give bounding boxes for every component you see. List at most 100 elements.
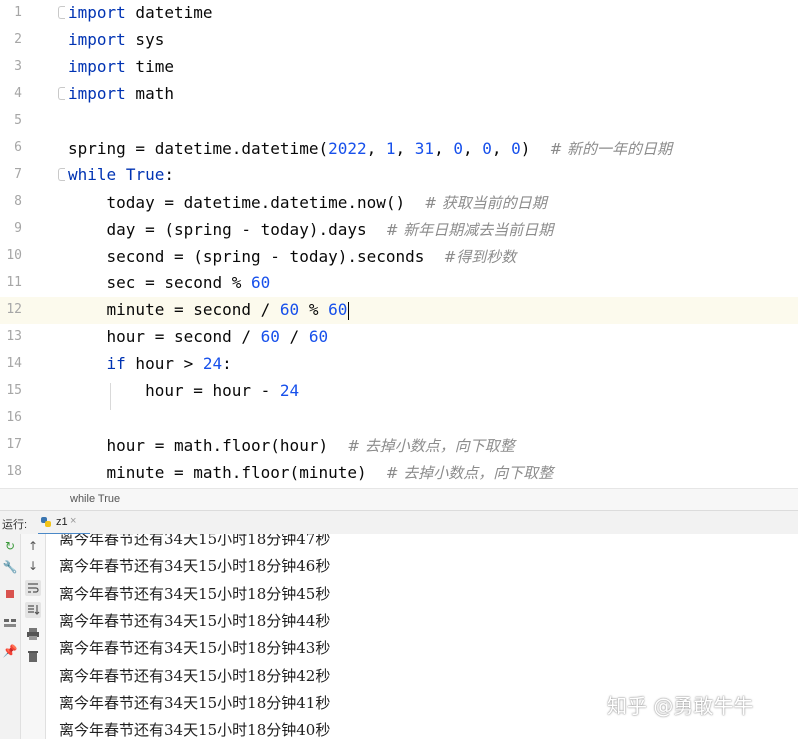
scroll-end-icon[interactable] <box>25 602 41 618</box>
code-token: if <box>106 354 126 373</box>
line-number: 18 <box>6 464 22 479</box>
console-line: 离今年春节还有34天15小时18分钟45秒 <box>59 584 331 603</box>
code-token: today = datetime.datetime.now() <box>68 193 425 212</box>
code-text: while True: <box>68 165 174 184</box>
arrow-down-icon[interactable]: ↓ <box>25 558 41 574</box>
code-editor[interactable]: 1 import datetime 2 import sys 3 import time 4… <box>0 0 798 488</box>
wrench-icon[interactable]: 🔧 <box>2 559 18 575</box>
run-tab-z1[interactable]: z1 × <box>36 511 92 535</box>
line-number: 1 <box>14 5 22 20</box>
code-token: hour > <box>125 354 203 373</box>
code-line[interactable]: 5 <box>0 108 798 135</box>
pin-icon[interactable]: 📌 <box>2 643 18 659</box>
code-line[interactable]: 4 import math <box>0 81 798 108</box>
line-number: 3 <box>14 59 22 74</box>
code-token: 24 <box>279 381 300 400</box>
code-line[interactable]: 15 hour = hour - 24 <box>0 378 798 405</box>
code-token: # 新年日期减去当前日期 <box>385 221 554 239</box>
code-line[interactable]: 12 minute = second / 60 % 60 <box>0 297 798 324</box>
code-token: #得到秒数 <box>443 248 517 266</box>
arrow-up-icon[interactable]: ↑ <box>25 538 41 554</box>
breadcrumb-item[interactable]: while True <box>70 493 120 505</box>
code-token: # 新的一年的日期 <box>549 140 673 158</box>
line-number: 2 <box>14 32 22 47</box>
code-token: datetime <box>125 3 213 22</box>
code-token: spring = datetime.datetime( <box>68 139 329 158</box>
print-icon[interactable] <box>25 626 41 642</box>
code-text: import math <box>68 84 174 103</box>
code-token: , <box>462 139 483 158</box>
console-line: 离今年春节还有34天15小时18分钟46秒 <box>59 557 331 576</box>
trash-icon[interactable] <box>25 648 41 664</box>
code-token: , <box>395 139 415 158</box>
code-line[interactable]: 2 import sys <box>0 27 798 54</box>
console-line: 离今年春节还有34天15小时18分钟47秒 <box>59 534 331 548</box>
line-number: 4 <box>14 86 22 101</box>
line-number: 7 <box>14 167 22 182</box>
code-line[interactable]: 11 sec = second % 60 <box>0 270 798 297</box>
code-line[interactable]: 10 second = (spring - today).seconds #得到… <box>0 243 798 270</box>
code-token: , <box>366 139 386 158</box>
code-text: hour = hour - 24 <box>68 381 299 400</box>
code-token: 0 <box>511 139 521 158</box>
code-text: hour = math.floor(hour) # 去掉小数点，向下取整 <box>68 435 515 456</box>
code-text: minute = math.floor(minute) # 去掉小数点，向下取整 <box>68 462 554 483</box>
stop-icon[interactable] <box>2 586 18 602</box>
code-token: 60 <box>308 327 329 346</box>
code-token: hour = math.floor(hour) <box>68 436 348 455</box>
fold-marker-icon[interactable] <box>58 87 66 100</box>
code-token: # 获取当前的日期 <box>424 194 547 212</box>
text-caret <box>348 301 350 320</box>
code-line[interactable]: 9 day = (spring - today).days # 新年日期减去当前… <box>0 216 798 243</box>
code-text: import datetime <box>68 3 213 22</box>
code-text: sec = second % 60 <box>68 273 271 292</box>
code-text: second = (spring - today).seconds #得到秒数 <box>68 246 517 267</box>
code-token: minute = math.floor(minute) <box>68 463 386 482</box>
console-line: 离今年春节还有34天15小时18分钟40秒 <box>59 721 331 739</box>
code-line[interactable]: 14 if hour > 24: <box>0 351 798 378</box>
run-toolwindow-header: 运行: z1 × <box>0 510 798 536</box>
code-token: hour = hour - <box>68 381 280 400</box>
code-line[interactable]: 1 import datetime <box>0 0 798 27</box>
breadcrumb[interactable]: while True <box>0 488 798 511</box>
code-text: minute = second / 60 % 60 <box>68 300 350 320</box>
code-line[interactable]: 8 today = datetime.datetime.now() # 获取当前… <box>0 189 798 216</box>
code-text: today = datetime.datetime.now() # 获取当前的日… <box>68 192 547 213</box>
code-line[interactable]: 3 import time <box>0 54 798 81</box>
code-line[interactable]: 17 hour = math.floor(hour) # 去掉小数点，向下取整 <box>0 432 798 459</box>
code-token: import <box>68 84 126 103</box>
code-token: : <box>164 165 174 184</box>
close-icon[interactable]: × <box>70 515 76 527</box>
code-token: , <box>434 139 454 158</box>
layout-icon[interactable] <box>2 615 18 631</box>
run-tab-label: z1 <box>56 516 68 528</box>
code-text: import time <box>68 57 174 76</box>
indent-guide <box>110 383 111 410</box>
code-token: 24 <box>202 354 223 373</box>
line-number: 9 <box>14 221 22 236</box>
line-number: 8 <box>14 194 22 209</box>
line-number: 15 <box>6 383 22 398</box>
fold-marker-icon[interactable] <box>58 6 66 19</box>
fold-marker-icon[interactable] <box>58 168 66 181</box>
code-line[interactable]: 16 <box>0 405 798 432</box>
code-line[interactable]: 7 while True: <box>0 162 798 189</box>
run-toolbar-right: ↑ ↓ <box>21 534 46 739</box>
rerun-icon[interactable]: ↻ <box>2 538 18 554</box>
line-number: 13 <box>6 329 22 344</box>
code-token: second = (spring - today).seconds <box>68 247 444 266</box>
run-label: 运行: <box>2 519 28 531</box>
code-token: time <box>125 57 174 76</box>
line-number: 5 <box>14 113 22 128</box>
code-token: : <box>222 354 232 373</box>
code-line[interactable]: 6 spring = datetime.datetime(2022, 1, 31,… <box>0 135 798 162</box>
code-token: while <box>68 165 117 184</box>
soft-wrap-icon[interactable] <box>25 580 41 596</box>
code-text: if hour > 24: <box>68 354 232 373</box>
code-line[interactable]: 13 hour = second / 60 / 60 <box>0 324 798 351</box>
code-token: math <box>125 84 174 103</box>
code-token: , <box>491 139 512 158</box>
code-token: hour = second / <box>68 327 261 346</box>
code-line[interactable]: 18 minute = math.floor(minute) # 去掉小数点，向… <box>0 459 798 486</box>
